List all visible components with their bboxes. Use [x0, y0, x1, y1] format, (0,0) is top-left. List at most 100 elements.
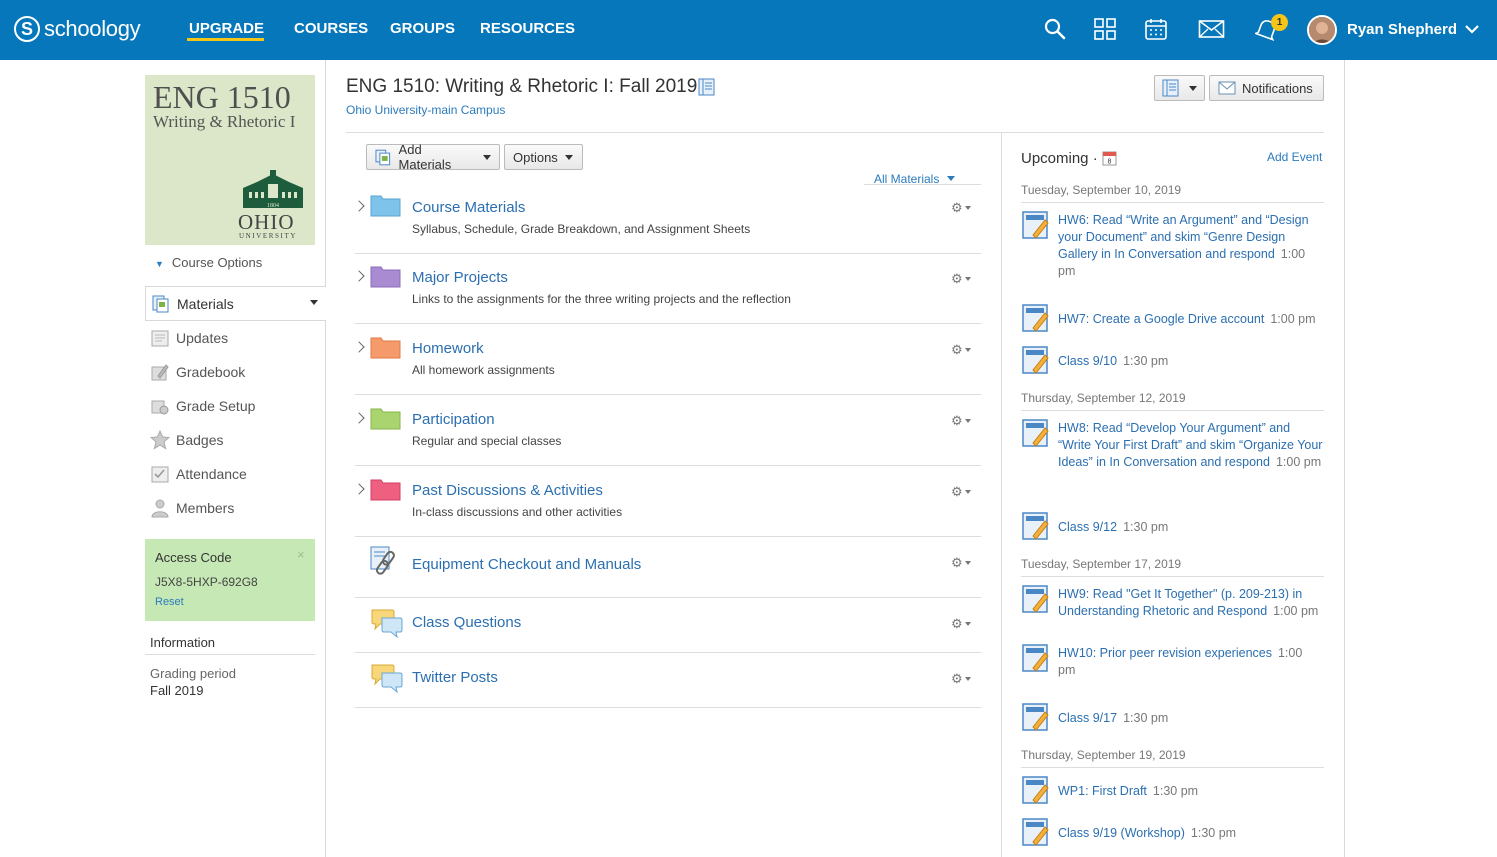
event-title[interactable]: Class 9/19 (Workshop)	[1058, 826, 1185, 840]
course-campus[interactable]: Ohio University-main Campus	[346, 103, 505, 117]
event-title[interactable]: Class 9/12	[1058, 520, 1117, 534]
material-row[interactable]: Past Discussions & Activities In-class d…	[353, 466, 981, 537]
materials-icon	[375, 149, 391, 165]
options-button[interactable]: Options	[504, 144, 583, 170]
mail-icon[interactable]	[1198, 17, 1225, 41]
chevron-right-icon[interactable]	[353, 200, 365, 212]
material-description: In-class discussions and other activitie…	[412, 505, 623, 519]
nav-gradebook[interactable]: Gradebook	[145, 355, 326, 389]
event-time: 1:00 pm	[1273, 604, 1319, 618]
material-title[interactable]: Class Questions	[412, 614, 521, 631]
event-time: 1:30 pm	[1190, 826, 1237, 840]
user-name[interactable]: Ryan Shepherd	[1347, 21, 1457, 38]
avatar[interactable]	[1307, 15, 1337, 45]
chevron-right-icon[interactable]	[353, 483, 365, 495]
gear-icon[interactable]: ⚙	[951, 671, 971, 687]
nav-groups[interactable]: GROUPS	[390, 20, 455, 37]
caret-down-icon	[947, 176, 956, 181]
material-title[interactable]: Twitter Posts	[412, 669, 498, 686]
material-row[interactable]: Class Questions ⚙	[355, 598, 981, 653]
options-label: Options	[513, 149, 558, 165]
add-event-link[interactable]: Add Event	[1267, 150, 1322, 164]
material-title[interactable]: Major Projects	[412, 269, 508, 286]
calendar-icon[interactable]	[1144, 17, 1168, 41]
nav-materials[interactable]: Materials	[145, 286, 326, 321]
gear-icon[interactable]: ⚙	[951, 413, 971, 429]
ohio-seal-icon: 1804	[243, 170, 303, 209]
upcoming-title: Upcoming ·	[1021, 150, 1098, 167]
notifications-button[interactable]: Notifications	[1209, 75, 1324, 101]
assignment-icon	[1022, 644, 1049, 672]
caret-down-icon[interactable]	[310, 300, 318, 305]
event-title[interactable]: HW6: Read “Write an Argument” and “Desig…	[1058, 213, 1309, 261]
schoology-logo[interactable]: S schoology	[14, 14, 141, 44]
gear-icon[interactable]: ⚙	[951, 271, 971, 287]
material-title[interactable]: Homework	[412, 340, 484, 357]
nav-grade-setup-label: Grade Setup	[176, 398, 256, 414]
assignment-icon	[1022, 346, 1049, 374]
gear-icon[interactable]: ⚙	[951, 342, 971, 358]
chevron-right-icon[interactable]	[353, 270, 365, 282]
material-title[interactable]: Course Materials	[412, 199, 525, 216]
close-icon[interactable]: ×	[297, 547, 305, 562]
nav-courses[interactable]: COURSES	[294, 20, 368, 37]
material-title[interactable]: Participation	[412, 411, 495, 428]
event-time: 1:00 pm	[1270, 312, 1316, 326]
mail-icon	[1218, 81, 1236, 95]
event-time: 1:30 pm	[1123, 354, 1169, 368]
event-title[interactable]: HW9: Read "Get It Together" (p. 209-213)…	[1058, 587, 1302, 618]
gear-icon[interactable]: ⚙	[951, 484, 971, 500]
discussion-icon	[371, 609, 403, 639]
add-materials-button[interactable]: Add Materials	[366, 142, 500, 172]
chevron-down-icon[interactable]	[1464, 21, 1480, 37]
event-title[interactable]: Class 9/17	[1058, 711, 1117, 725]
event-time: 1:30 pm	[1123, 520, 1169, 534]
material-row[interactable]: Course Materials Syllabus, Schedule, Gra…	[353, 185, 981, 254]
material-row[interactable]: Participation Regular and special classe…	[353, 395, 981, 466]
material-row[interactable]: Major Projects Links to the assignments …	[353, 254, 981, 324]
nav-attendance[interactable]: Attendance	[145, 457, 326, 491]
day-divider	[1021, 202, 1324, 203]
material-row[interactable]: Equipment Checkout and Manuals ⚙	[355, 537, 981, 598]
chevron-right-icon[interactable]	[353, 412, 365, 424]
gear-icon[interactable]: ⚙	[951, 200, 971, 216]
nav-members-label: Members	[176, 500, 235, 516]
course-view-dropdown-button[interactable]	[1154, 75, 1205, 101]
event-title[interactable]: WP1: First Draft	[1058, 784, 1147, 798]
nav-badges[interactable]: Badges	[145, 423, 326, 457]
caret-down-icon	[964, 277, 971, 281]
caret-down-icon	[964, 622, 971, 626]
course-profile-icon[interactable]	[698, 78, 715, 96]
nav-resources[interactable]: RESOURCES	[480, 20, 575, 37]
calendar-icon[interactable]: 8	[1102, 150, 1117, 166]
event-title[interactable]: HW10: Prior peer revision experiences	[1058, 646, 1272, 660]
nav-upgrade[interactable]: UPGRADE	[189, 20, 264, 37]
nav-updates[interactable]: Updates	[145, 321, 326, 355]
gear-icon[interactable]: ⚙	[951, 555, 971, 571]
grade-setup-icon	[151, 400, 169, 415]
gear-icon[interactable]: ⚙	[951, 616, 971, 632]
attendance-icon	[151, 466, 169, 483]
event-title[interactable]: HW7: Create a Google Drive account	[1058, 312, 1264, 326]
assignment-icon	[1022, 776, 1049, 804]
search-icon[interactable]	[1043, 17, 1067, 41]
upcoming-day-header: Tuesday, September 17, 2019	[1021, 557, 1324, 577]
add-materials-label: Add Materials	[398, 142, 452, 172]
chevron-right-icon[interactable]	[353, 341, 365, 353]
material-row[interactable]: Twitter Posts ⚙	[355, 653, 981, 708]
nav-members[interactable]: Members	[145, 491, 326, 525]
seal-year: 1804	[267, 203, 279, 209]
material-title[interactable]: Past Discussions & Activities	[412, 482, 603, 499]
avatar-photo	[1309, 17, 1335, 43]
event-title[interactable]: Class 9/10	[1058, 354, 1117, 368]
folder-icon	[370, 266, 401, 288]
assignment-icon	[1022, 703, 1049, 731]
access-code-reset-link[interactable]: Reset	[155, 596, 184, 608]
material-title[interactable]: Equipment Checkout and Manuals	[412, 556, 641, 573]
apps-grid-icon[interactable]	[1093, 17, 1117, 41]
material-row[interactable]: Homework All homework assignments ⚙	[353, 324, 981, 395]
gradebook-icon	[151, 364, 169, 381]
nav-grade-setup[interactable]: Grade Setup	[145, 389, 326, 423]
course-options-label: Course Options	[171, 255, 263, 270]
course-options-toggle[interactable]: ▼ Course Options	[155, 255, 262, 270]
